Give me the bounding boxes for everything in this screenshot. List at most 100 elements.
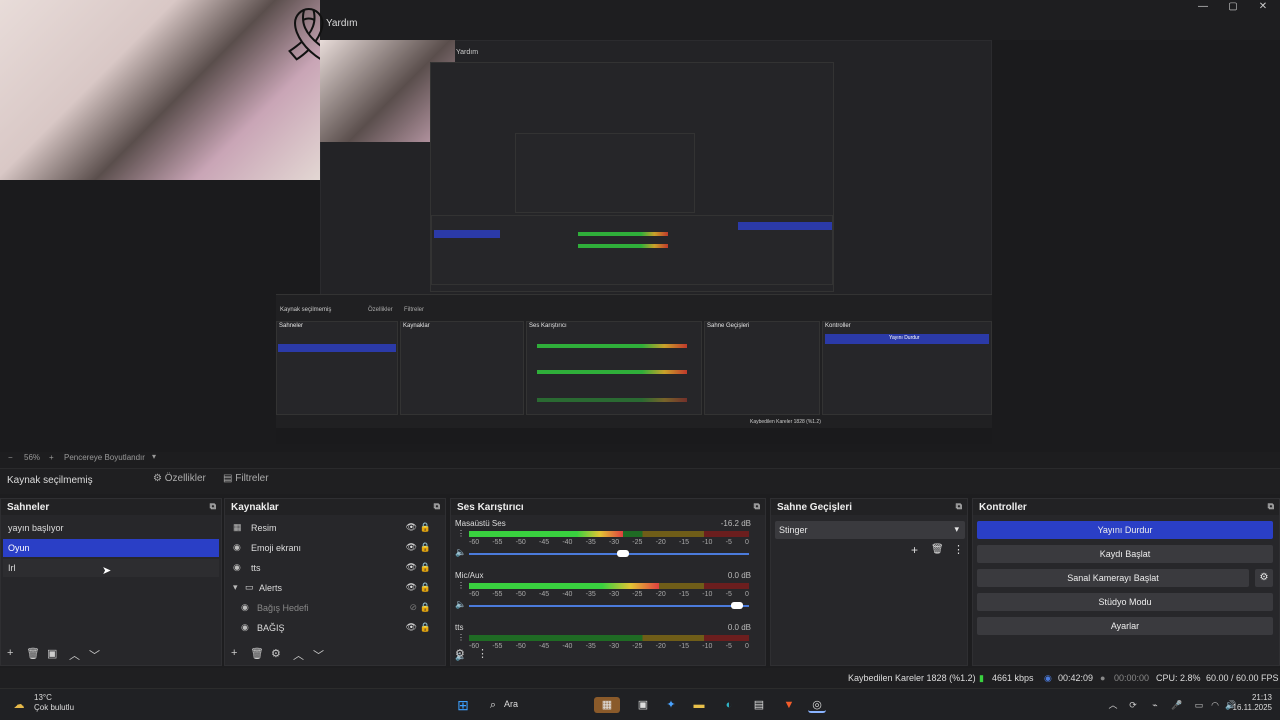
volume-slider-handle[interactable]: [616, 550, 629, 557]
move-up-icon[interactable]: ︿: [69, 647, 80, 663]
volume-slider[interactable]: [469, 602, 749, 609]
remove-transition-icon[interactable]: 🗑: [931, 544, 944, 555]
source-group[interactable]: ▾ ▭ Alerts 👁 🔒: [227, 579, 443, 597]
start-virtual-camera-button[interactable]: Sanal Kamerayı Başlat: [977, 569, 1249, 587]
source-item[interactable]: ◉ Emoji ekranı 👁 🔒: [227, 539, 443, 557]
studio-mode-button[interactable]: Stüdyo Modu: [977, 593, 1273, 611]
filters-button[interactable]: ▤ Filtreler: [216, 471, 276, 489]
zoom-mode[interactable]: Pencereye Boyutlandır: [64, 453, 145, 462]
scale-tick: -5: [725, 591, 732, 598]
add-scene-icon[interactable]: +: [7, 647, 13, 659]
source-item[interactable]: ◉ BAĞIŞ 👁 🔒: [227, 619, 443, 637]
nested-recursive-preview: [430, 62, 834, 292]
start-recording-button[interactable]: Kaydı Başlat: [977, 545, 1273, 563]
volume-meter-level: [469, 583, 660, 589]
edge-icon[interactable]: ◐: [720, 697, 738, 713]
title-bar: [320, 0, 1280, 40]
zoom-mode-dropdown-icon[interactable]: ▾: [152, 452, 156, 461]
volume-slider-handle[interactable]: [731, 602, 744, 609]
speaker-icon[interactable]: 🔈: [455, 547, 466, 558]
scale-tick: -30: [608, 539, 620, 546]
scale-tick: -50: [515, 539, 526, 546]
source-label: Bağış Hedefi: [257, 603, 309, 613]
nested-stop-label: Yayını Durdur: [889, 335, 920, 341]
properties-button[interactable]: ⚙ Özellikler: [146, 471, 213, 489]
lock-icon[interactable]: 🔒: [420, 622, 431, 633]
audio-mixer-dock: Ses Karıştırıcı ⧉ Masaüstü Ses -16.2 dB ⋮…: [450, 498, 766, 666]
search-icon[interactable]: ⌕: [484, 697, 502, 713]
undock-icon[interactable]: ⧉: [956, 501, 962, 512]
visibility-icon[interactable]: 👁: [406, 622, 417, 633]
channel-menu-icon[interactable]: ⋮: [457, 581, 465, 590]
lock-icon[interactable]: 🔒: [420, 602, 431, 613]
undock-icon[interactable]: ⧉: [434, 501, 440, 512]
undock-icon[interactable]: ⧉: [1268, 501, 1274, 512]
hidden-icon[interactable]: ⊘: [409, 602, 417, 613]
maximize-icon[interactable]: ▢: [1218, 0, 1248, 14]
scene-item-selected[interactable]: Oyun: [3, 539, 219, 557]
search-label[interactable]: Ara: [504, 699, 518, 709]
source-item[interactable]: ▦ Resim 👁 🔒: [227, 519, 443, 537]
add-transition-icon[interactable]: +: [911, 543, 918, 557]
lock-icon[interactable]: 🔒: [420, 542, 431, 553]
source-properties-icon[interactable]: ⚙: [271, 647, 281, 660]
source-label: Resim: [251, 523, 277, 533]
transition-select[interactable]: Stinger ▾: [775, 521, 965, 539]
copilot-icon[interactable]: ✦: [662, 697, 680, 713]
mic-icon[interactable]: 🎤: [1168, 697, 1186, 713]
scene-filters-icon[interactable]: ▣: [47, 647, 57, 660]
collapse-icon[interactable]: ▾: [233, 582, 238, 593]
task-view-icon[interactable]: ▣: [634, 697, 652, 713]
transitions-header: Sahne Geçişleri ⧉: [771, 499, 967, 515]
visibility-icon[interactable]: 👁: [406, 522, 417, 533]
move-down-icon[interactable]: ﹀: [313, 647, 324, 663]
visibility-icon[interactable]: 👁: [406, 562, 417, 573]
source-item[interactable]: ◉ Bağış Hedefi ⊘ 🔒: [227, 599, 443, 617]
minimize-icon[interactable]: —: [1188, 0, 1218, 14]
move-up-icon[interactable]: ︿: [293, 647, 304, 663]
lock-icon[interactable]: 🔒: [420, 582, 431, 593]
visibility-icon[interactable]: 👁: [406, 542, 417, 553]
widgets-icon[interactable]: ▦: [594, 697, 620, 713]
mixer-menu-icon[interactable]: ⋮: [477, 647, 488, 660]
close-icon[interactable]: ✕: [1248, 0, 1278, 14]
remove-scene-icon[interactable]: 🗑: [26, 647, 40, 660]
lock-icon[interactable]: 🔒: [420, 562, 431, 573]
weather-icon[interactable]: ☁: [10, 697, 28, 713]
advanced-audio-icon[interactable]: ⚙: [455, 647, 465, 660]
tray-expand-icon[interactable]: ︿: [1104, 697, 1122, 713]
obs-icon[interactable]: ◎: [808, 697, 826, 713]
sync-icon[interactable]: ⟳: [1124, 697, 1142, 713]
network-icon[interactable]: ⌁: [1146, 697, 1164, 713]
volume-slider[interactable]: [469, 550, 749, 557]
start-icon[interactable]: ⊞: [454, 697, 472, 713]
zoom-in-button[interactable]: +: [49, 453, 54, 462]
visibility-icon[interactable]: 👁: [406, 582, 417, 593]
brave-icon[interactable]: ▼: [780, 697, 798, 713]
store-icon[interactable]: ▤: [750, 697, 768, 713]
webcam-source: 🎗: [0, 0, 342, 180]
source-item[interactable]: ◉ tts 👁 🔒: [227, 559, 443, 577]
settings-button[interactable]: Ayarlar: [977, 617, 1273, 635]
undock-icon[interactable]: ⧉: [754, 501, 760, 512]
channel-menu-icon[interactable]: ⋮: [457, 529, 465, 538]
channel-menu-icon[interactable]: ⋮: [457, 633, 465, 642]
lock-icon[interactable]: 🔒: [420, 522, 431, 533]
clock[interactable]: 21:13 16.11.2025: [1233, 693, 1272, 713]
remove-source-icon[interactable]: 🗑: [250, 647, 264, 660]
scenes-header: Sahneler ⧉: [1, 499, 221, 515]
zoom-out-button[interactable]: −: [8, 453, 13, 462]
nested-mixer-header: Ses Karıştırıcı: [529, 323, 567, 329]
virtual-camera-settings-icon[interactable]: ⚙: [1255, 569, 1273, 587]
weather-widget[interactable]: 13°C Çok bulutlu: [34, 693, 74, 713]
transition-menu-icon[interactable]: ⋮: [953, 543, 964, 556]
file-explorer-icon[interactable]: ▬: [690, 697, 708, 713]
undock-icon[interactable]: ⧉: [210, 501, 216, 512]
move-down-icon[interactable]: ﹀: [89, 647, 100, 663]
scene-item[interactable]: yayın başlıyor: [3, 519, 219, 537]
stop-stream-button[interactable]: Yayını Durdur: [977, 521, 1273, 539]
status-bar: Kaybedilen Kareler 1828 (%1.2) ▮ 4661 kb…: [0, 668, 1280, 688]
add-source-icon[interactable]: +: [231, 647, 237, 659]
dropped-frames: Kaybedilen Kareler 1828 (%1.2): [848, 673, 976, 683]
speaker-icon[interactable]: 🔈: [455, 599, 466, 610]
